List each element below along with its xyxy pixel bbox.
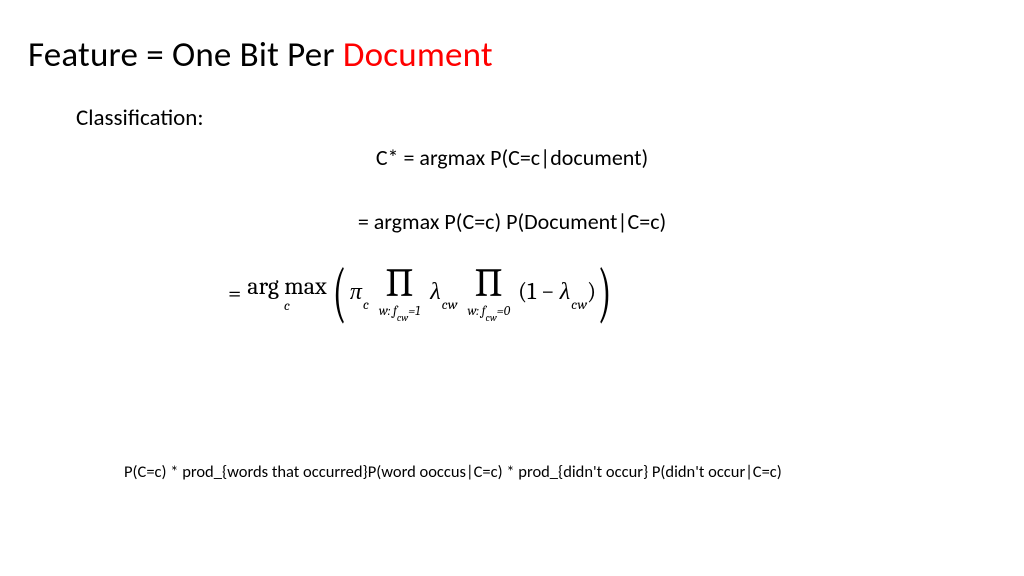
lambda-term-1: λcw	[426, 277, 461, 309]
equation-row: = arg max c ( πc ∏ w: fcw=1 λcw ∏	[228, 260, 611, 326]
argmax-operator: arg max c	[247, 274, 326, 313]
lambda-subscript-1: cw	[442, 296, 458, 313]
title-emphasis: Document	[343, 34, 493, 76]
pi-term: πc	[346, 277, 373, 309]
equation-line-1: C* = argmax P(C=c|document)	[0, 144, 1024, 171]
footnote-text: P(C=c) * prod_{words that occurred}P(wor…	[124, 462, 782, 482]
product-block-2: ∏ w: fcw=0	[468, 265, 511, 321]
argmax-subscript: c	[284, 299, 290, 313]
pi-subscript: c	[363, 296, 369, 313]
pi-symbol: π	[350, 277, 362, 305]
classification-heading: Classification:	[76, 104, 204, 132]
product-block-1: ∏ w: fcw=1	[379, 265, 420, 321]
one-minus-lambda: (1 − λcw)	[516, 277, 598, 309]
slide: Feature = One Bit Per Document Classific…	[0, 0, 1024, 576]
right-paren: )	[598, 260, 612, 326]
typeset-equation: = arg max c ( πc ∏ w: fcw=1 λcw ∏	[228, 260, 611, 326]
equation-line-2: = argmax P(C=c) P(Document|C=c)	[0, 208, 1024, 235]
product-subscript-1: w: fcw=1	[379, 305, 420, 321]
product-symbol-1: ∏	[383, 265, 415, 301]
argmax-text: arg max	[247, 274, 326, 298]
product-symbol-2: ∏	[473, 265, 505, 301]
title-prefix: Feature = One Bit Per	[28, 34, 343, 76]
product-subscript-2: w: fcw=0	[468, 305, 511, 321]
lambda-symbol-1: λ	[430, 277, 440, 305]
slide-title: Feature = One Bit Per Document	[28, 34, 493, 76]
left-paren: (	[332, 260, 346, 326]
equals-sign: =	[228, 279, 241, 307]
